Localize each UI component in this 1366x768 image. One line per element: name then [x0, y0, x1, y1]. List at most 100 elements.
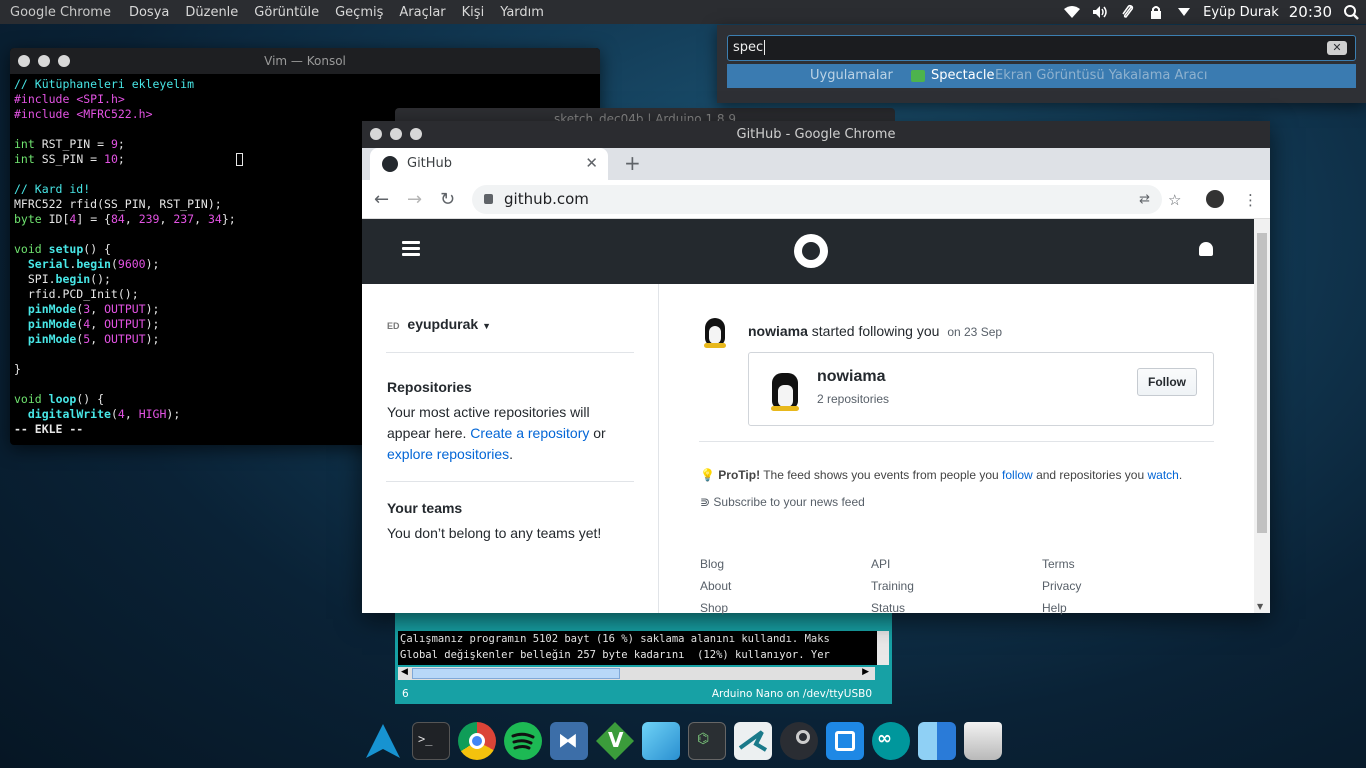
- menu-araclar[interactable]: Araçlar: [391, 5, 453, 20]
- console-horizontal-scrollbar[interactable]: ◀ ▶: [398, 667, 875, 680]
- footer-link-about[interactable]: About: [700, 575, 731, 597]
- repositories-heading: Repositories: [387, 379, 472, 395]
- minimize-window-button[interactable]: [38, 55, 50, 67]
- footer-link-terms[interactable]: Terms: [1042, 553, 1081, 575]
- spectacle-app-icon: [911, 70, 925, 82]
- page-scroll-thumb[interactable]: [1257, 233, 1267, 533]
- scroll-down-icon[interactable]: ▼: [1257, 602, 1263, 611]
- new-tab-button[interactable]: +: [624, 151, 641, 175]
- notifications-bell-icon[interactable]: [1199, 242, 1213, 256]
- horizontal-scroll-thumb[interactable]: [412, 668, 620, 679]
- terminal-icon[interactable]: >_: [412, 722, 450, 760]
- arduino-icon[interactable]: ∞: [872, 722, 910, 760]
- arch-launcher-icon[interactable]: [364, 722, 402, 760]
- system-tray: Eyüp Durak 20:30: [1063, 0, 1366, 24]
- maximize-window-button[interactable]: [410, 128, 422, 140]
- translate-icon[interactable]: ⇄: [1139, 185, 1150, 214]
- user-card-avatar[interactable]: [769, 371, 803, 411]
- vscode-icon[interactable]: ⧓: [550, 722, 588, 760]
- footer-link-help[interactable]: Help: [1042, 597, 1081, 619]
- wifi-icon[interactable]: [1063, 4, 1081, 20]
- menu-duzenle[interactable]: Düzenle: [177, 5, 246, 20]
- console-vertical-scrollbar[interactable]: [877, 631, 889, 665]
- profile-avatar[interactable]: [1206, 190, 1224, 208]
- finder-icon[interactable]: [918, 722, 956, 760]
- subscribe-text: Subscribe to your news feed: [713, 495, 865, 509]
- github-logo-icon[interactable]: [794, 234, 828, 268]
- footer-link-shop[interactable]: Shop: [700, 597, 731, 619]
- hamburger-menu-icon[interactable]: [402, 241, 420, 256]
- chrome-titlebar[interactable]: GitHub - Google Chrome: [362, 121, 1270, 148]
- scroll-left-icon[interactable]: ◀: [401, 667, 408, 677]
- footer-link-status[interactable]: Status: [871, 597, 914, 619]
- forward-button[interactable]: →: [407, 189, 422, 210]
- code-editor-icon[interactable]: ⌬: [688, 722, 726, 760]
- clear-search-icon[interactable]: ✕: [1327, 41, 1347, 55]
- result-category: Uygulamalar: [810, 68, 893, 83]
- back-button[interactable]: ←: [374, 189, 389, 210]
- footer-link-blog[interactable]: Blog: [700, 553, 731, 575]
- follow-button[interactable]: Follow: [1137, 368, 1197, 396]
- launcher-search-input[interactable]: spec ✕: [727, 35, 1356, 61]
- spotify-icon[interactable]: [504, 722, 542, 760]
- steam-icon[interactable]: [780, 722, 818, 760]
- lock-icon[interactable]: [1147, 4, 1165, 20]
- toolbar: ← → ↻ github.com ⇄ ☆ ⋮: [362, 180, 1270, 219]
- bookmark-star-icon[interactable]: ☆: [1168, 191, 1181, 209]
- subscribe-link[interactable]: ⋑ Subscribe to your news feed: [700, 495, 865, 509]
- trash-icon[interactable]: [964, 722, 1002, 760]
- virtualbox-icon[interactable]: [642, 722, 680, 760]
- menu-goruntule[interactable]: Görüntüle: [246, 5, 327, 20]
- reload-button[interactable]: ↻: [440, 189, 455, 210]
- minimize-window-button[interactable]: [390, 128, 402, 140]
- create-repository-link[interactable]: Create a repository: [470, 425, 589, 441]
- protip-follow-link[interactable]: follow: [1002, 468, 1033, 482]
- menu-dosya[interactable]: Dosya: [121, 5, 177, 20]
- clock[interactable]: 20:30: [1289, 3, 1332, 21]
- clipboard-icon[interactable]: [1119, 4, 1137, 20]
- vim-title: Vim — Konsol: [264, 54, 346, 68]
- search-icon[interactable]: [1342, 4, 1360, 20]
- news-feed: nowiama started following you on 23 Sep …: [659, 284, 1254, 615]
- menu-kisi[interactable]: Kişi: [454, 5, 493, 20]
- search-query: spec: [733, 40, 764, 55]
- actor-avatar[interactable]: [702, 316, 728, 348]
- user-menu-arrow-icon[interactable]: [1175, 4, 1193, 20]
- terminal-app-icon[interactable]: [734, 722, 772, 760]
- repos-or-text: or: [593, 425, 606, 441]
- footer-link-api[interactable]: API: [871, 553, 914, 575]
- user-card: nowiama 2 repositories Follow: [748, 352, 1214, 426]
- explore-repositories-link[interactable]: explore repositories: [387, 446, 509, 462]
- user-name[interactable]: Eyüp Durak: [1203, 5, 1279, 20]
- feed-date: on 23 Sep: [947, 325, 1003, 339]
- footer-link-privacy[interactable]: Privacy: [1042, 575, 1081, 597]
- dock: >_ ⧓ V ⌬ ∞: [360, 716, 1010, 768]
- user-card-name[interactable]: nowiama: [817, 368, 885, 386]
- launcher-result-spectacle[interactable]: Uygulamalar Spectacle Ekran Görüntüsü Ya…: [727, 64, 1356, 88]
- menu-yardim[interactable]: Yardım: [492, 5, 552, 20]
- menu-gecmis[interactable]: Geçmiş: [327, 5, 391, 20]
- footer-link-training[interactable]: Training: [871, 575, 914, 597]
- vim-icon[interactable]: V: [596, 722, 634, 760]
- chrome-menu-icon[interactable]: ⋮: [1243, 191, 1258, 209]
- close-tab-icon[interactable]: ✕: [585, 154, 598, 172]
- username: eyupdurak: [407, 316, 479, 332]
- volume-icon[interactable]: [1091, 4, 1109, 20]
- arduino-console[interactable]: Çalışmanız programın 5102 bayt (16 %) sa…: [398, 631, 877, 665]
- account-switcher[interactable]: ED eyupdurak ▼: [387, 316, 491, 332]
- protip-watch-link[interactable]: watch: [1147, 468, 1178, 482]
- arduino-console-panel: Çalışmanız programın 5102 bayt (16 %) sa…: [395, 612, 892, 704]
- scroll-right-icon[interactable]: ▶: [862, 667, 869, 677]
- maximize-window-button[interactable]: [58, 55, 70, 67]
- feed-actor-link[interactable]: nowiama: [748, 323, 808, 339]
- page-scrollbar[interactable]: ▼: [1254, 219, 1270, 613]
- close-window-button[interactable]: [18, 55, 30, 67]
- rss-icon: ⋑: [700, 495, 711, 509]
- address-bar[interactable]: github.com ⇄: [472, 185, 1162, 214]
- virtualbox-manager-icon[interactable]: [826, 722, 864, 760]
- vim-titlebar[interactable]: Vim — Konsol: [10, 48, 600, 74]
- close-window-button[interactable]: [370, 128, 382, 140]
- secure-lock-icon[interactable]: [484, 194, 493, 204]
- tab-github[interactable]: GitHub ✕: [370, 148, 608, 180]
- chrome-icon[interactable]: [458, 722, 496, 760]
